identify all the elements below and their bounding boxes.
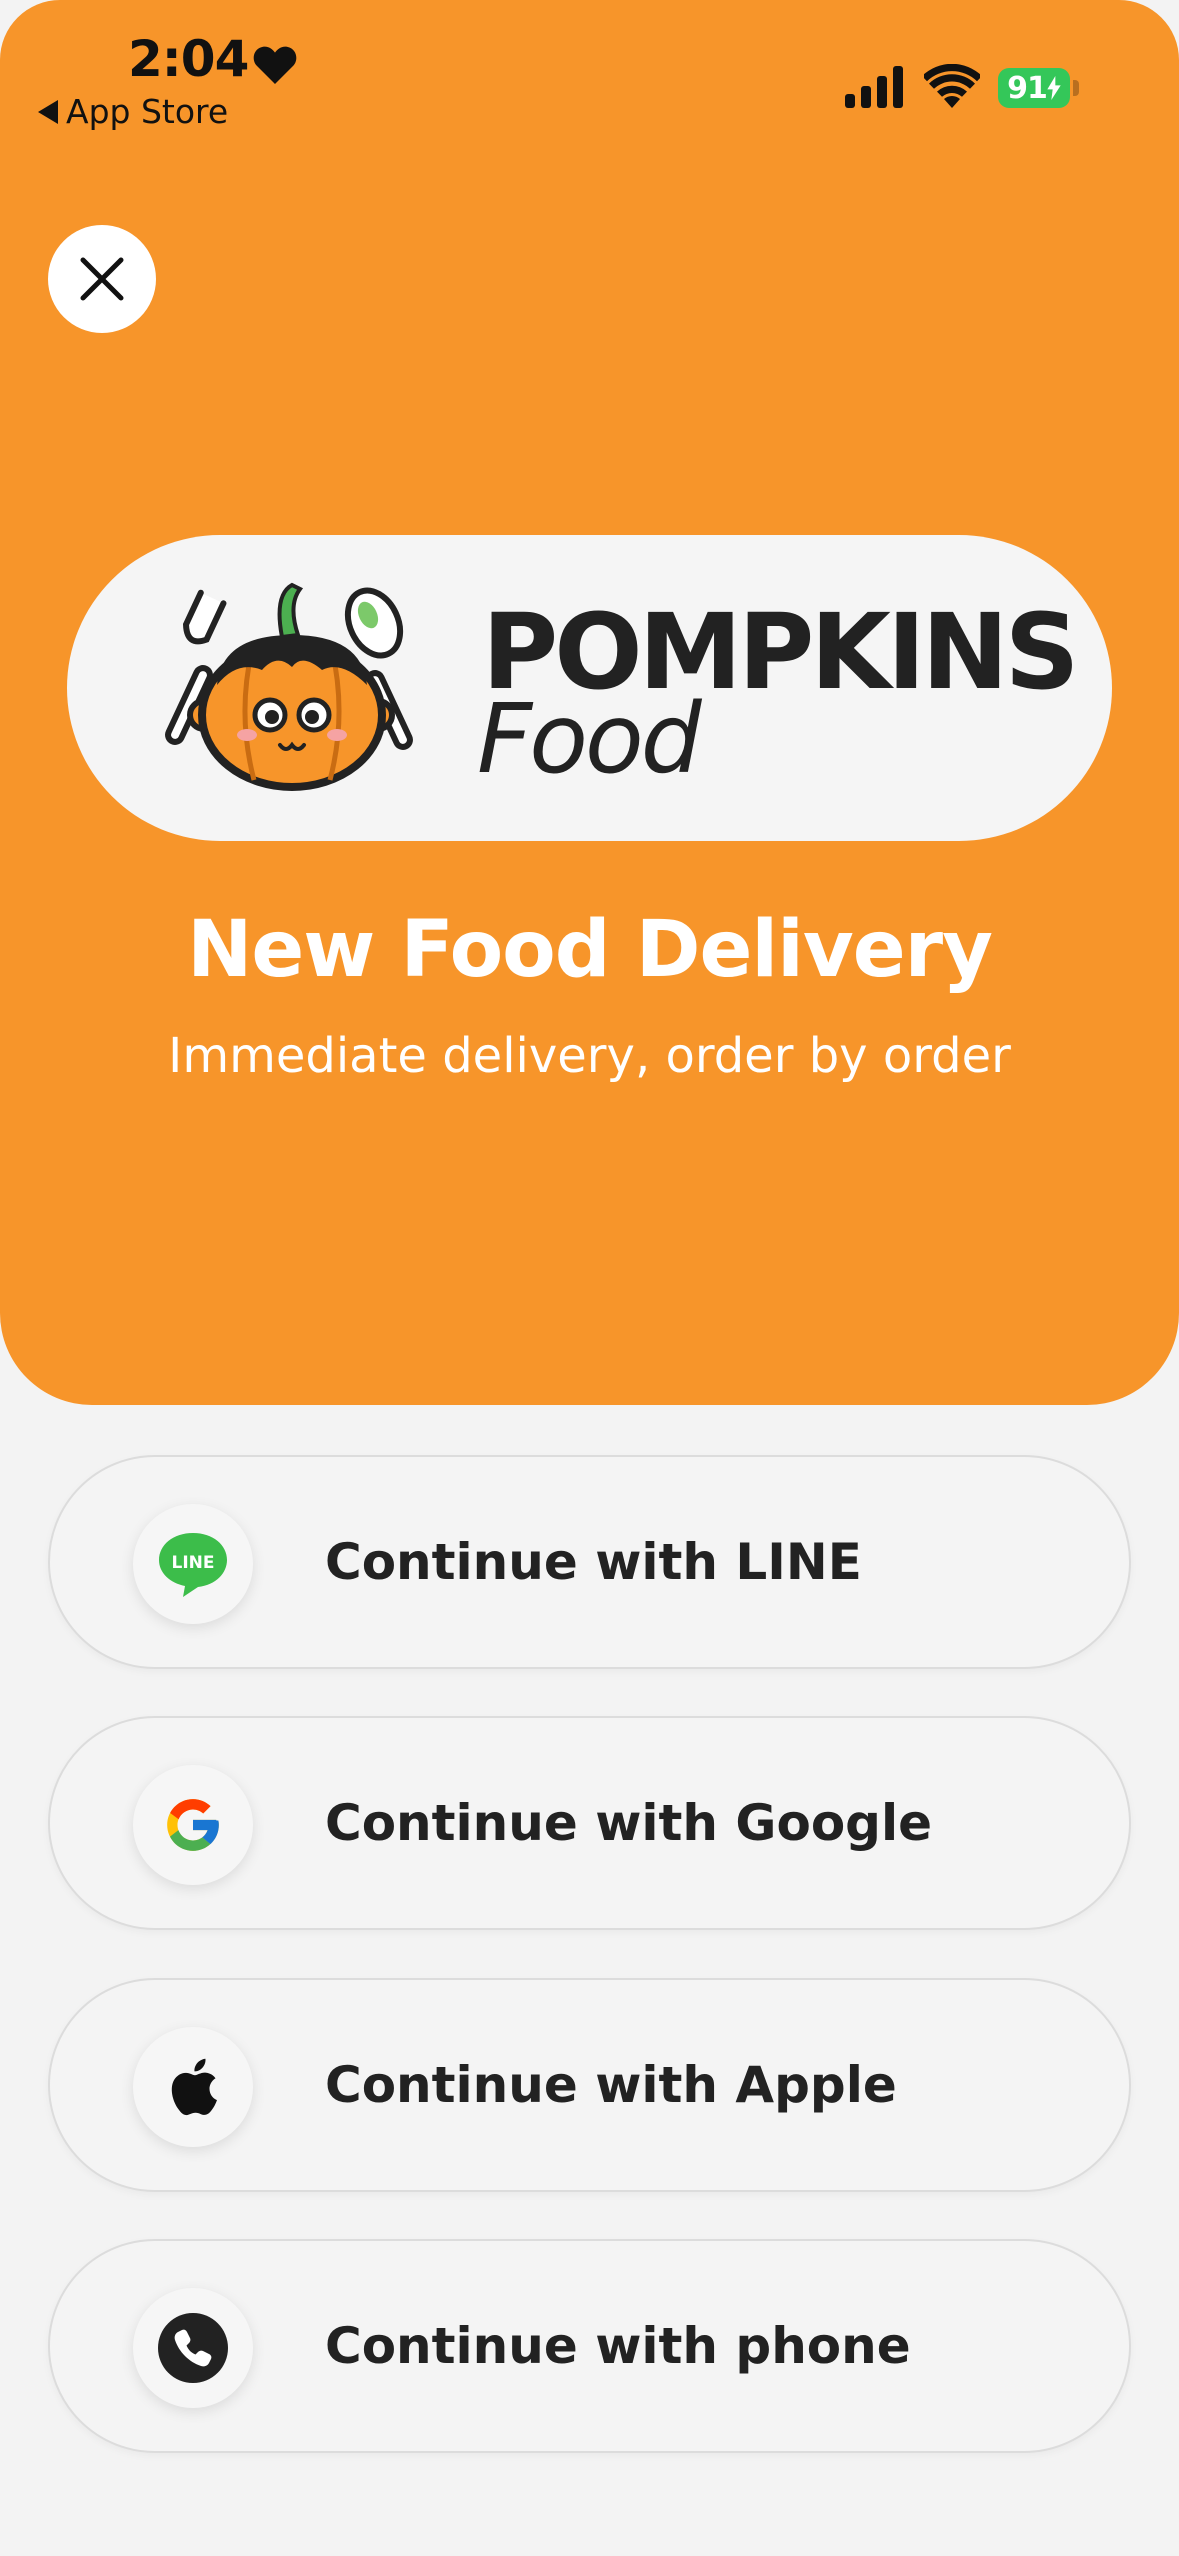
subheadline: Immediate delivery, order by order [168,1028,1011,1084]
apple-button-label: Continue with Apple [325,2056,897,2114]
status-time: 2:04 [128,30,249,88]
back-arrow-icon [38,99,58,124]
apple-icon-badge [133,2027,253,2147]
hero-banner: 2:04 App Store 91 POMPKINS Food New Food… [0,0,1179,1405]
signal-icon [845,66,903,108]
brand-logo: POMPKINS Food [67,535,1112,841]
charging-bolt-icon [1047,76,1061,100]
google-icon [167,1799,219,1851]
heart-icon [253,46,297,84]
continue-with-line-button[interactable]: LINE Continue with LINE [48,1455,1131,1669]
close-button[interactable] [48,225,156,333]
apple-icon [171,2058,217,2116]
battery-level: 91 [1007,70,1048,106]
continue-with-phone-button[interactable]: Continue with phone [48,2239,1131,2453]
svg-text:LINE: LINE [172,1553,215,1573]
back-label: App Store [66,92,229,131]
line-icon: LINE [159,1533,227,1597]
line-icon-badge: LINE [133,1504,253,1624]
brand-subname: Food [477,683,702,795]
phone-icon-badge [133,2288,253,2408]
continue-with-apple-button[interactable]: Continue with Apple [48,1978,1131,2192]
continue-with-google-button[interactable]: Continue with Google [48,1716,1131,1930]
battery-cap [1073,80,1079,96]
phone-button-label: Continue with phone [325,2317,911,2375]
back-to-app-store[interactable]: App Store [38,92,228,131]
wifi-icon [924,64,980,108]
battery-indicator: 91 [998,68,1070,108]
phone-icon [158,2313,228,2383]
pumpkin-mascot-icon [165,582,413,791]
line-button-label: Continue with LINE [325,1533,862,1591]
headline: New Food Delivery [187,905,993,995]
google-icon-badge [133,1765,253,1885]
close-icon [80,257,124,301]
google-button-label: Continue with Google [325,1794,933,1852]
